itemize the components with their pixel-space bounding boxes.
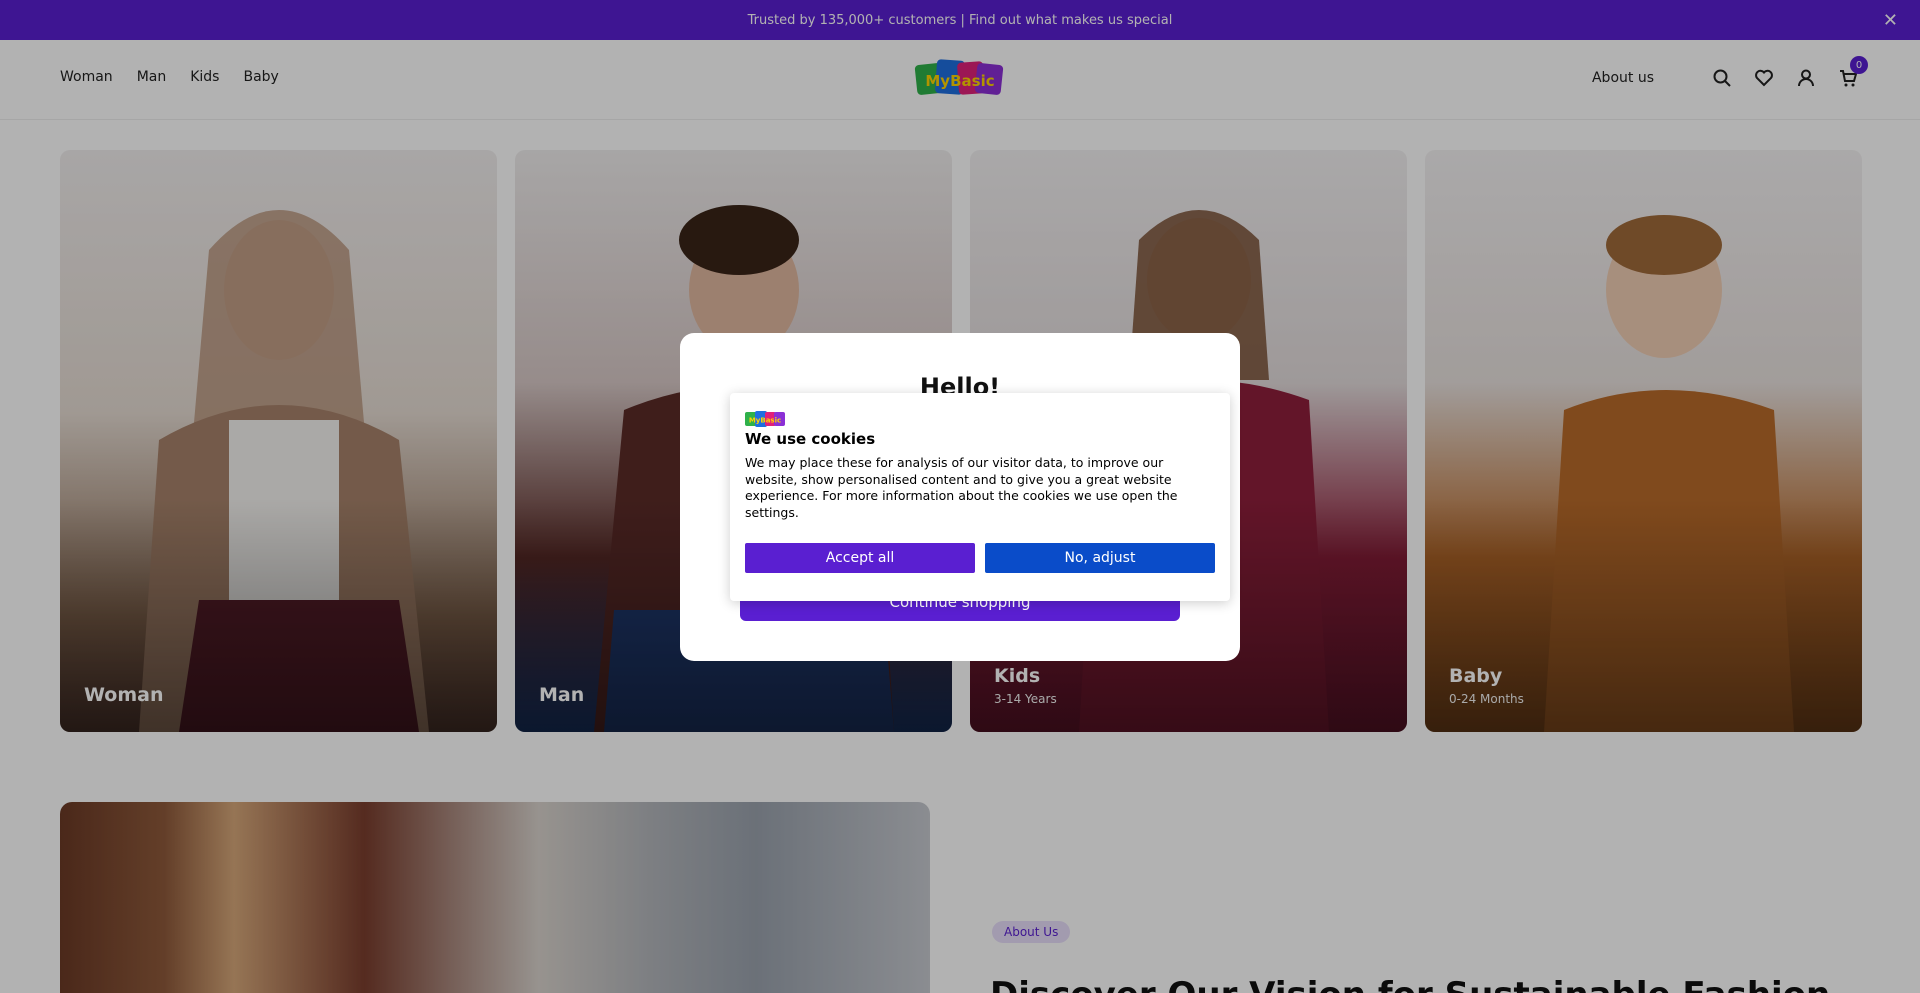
- adjust-cookies-button[interactable]: No, adjust: [985, 543, 1215, 573]
- cookie-text: We may place these for analysis of our v…: [745, 455, 1178, 520]
- cookie-consent-dialog: MyBasic We use cookies We may place thes…: [730, 393, 1230, 601]
- accept-all-button[interactable]: Accept all: [745, 543, 975, 573]
- cookie-brand-logo: MyBasic: [745, 411, 785, 427]
- cookie-title: We use cookies: [745, 430, 876, 448]
- svg-text:MyBasic: MyBasic: [749, 417, 781, 425]
